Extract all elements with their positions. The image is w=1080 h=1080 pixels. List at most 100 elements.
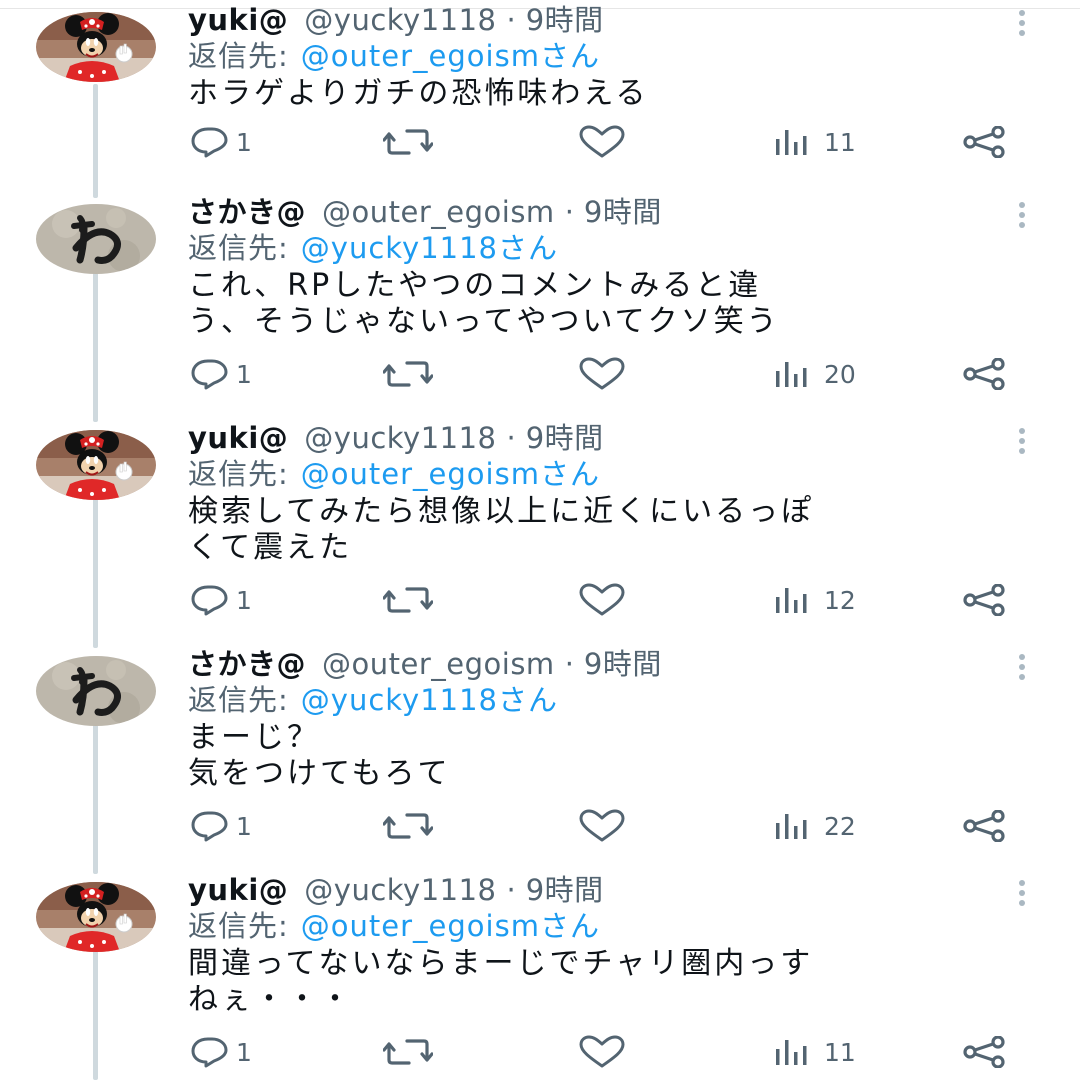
more-options-icon[interactable] xyxy=(1010,8,1034,38)
tweet-text: ホラゲよりガチの恐怖味わえる xyxy=(188,76,649,111)
user-handle[interactable]: @outer_egoism xyxy=(322,644,555,684)
views-button[interactable]: 20 xyxy=(774,354,856,394)
timestamp[interactable]: 9時間 xyxy=(526,870,604,910)
action-bar: 1 22 xyxy=(0,806,1080,846)
reply-button[interactable]: 1 xyxy=(190,580,252,620)
retweet-icon xyxy=(383,126,433,158)
like-button[interactable] xyxy=(577,806,627,846)
reply-button[interactable]: 1 xyxy=(190,806,252,846)
tweet-header: さかき@ @outer_egoism · 9時間 xyxy=(188,192,662,232)
retweet-icon xyxy=(383,810,433,842)
reply-to-mention[interactable]: @outer_egoismさん xyxy=(301,909,600,943)
user-handle[interactable]: @yucky1118 xyxy=(304,418,496,458)
avatar[interactable] xyxy=(36,204,156,274)
share-button[interactable] xyxy=(962,580,1008,620)
more-options-icon[interactable] xyxy=(1010,200,1034,230)
timestamp[interactable]: 9時間 xyxy=(584,192,662,232)
retweet-button[interactable] xyxy=(383,580,433,620)
timestamp[interactable]: 9時間 xyxy=(526,418,604,458)
reply-count: 1 xyxy=(236,585,252,615)
timestamp[interactable]: 9時間 xyxy=(584,644,662,684)
reply-to-mention[interactable]: @yucky1118さん xyxy=(301,683,558,717)
retweet-button[interactable] xyxy=(383,122,433,162)
action-bar: 1 20 xyxy=(0,354,1080,394)
reply-icon xyxy=(190,1036,230,1068)
reply-to-label: 返信先: xyxy=(188,39,289,73)
heart-icon xyxy=(577,1035,627,1069)
reply-icon xyxy=(190,358,230,390)
separator-dot: · xyxy=(564,647,574,681)
more-options-icon[interactable] xyxy=(1010,652,1034,682)
tweet-header: yuki@ @yucky1118 · 9時間 xyxy=(188,870,604,910)
like-button[interactable] xyxy=(577,1032,627,1072)
like-button[interactable] xyxy=(577,122,627,162)
reply-button[interactable]: 1 xyxy=(190,1032,252,1072)
retweet-button[interactable] xyxy=(383,354,433,394)
reply-icon xyxy=(190,810,230,842)
share-icon xyxy=(962,126,1008,158)
views-button[interactable]: 11 xyxy=(774,1032,856,1072)
heart-icon xyxy=(577,357,627,391)
display-name[interactable]: yuki@ xyxy=(188,870,288,910)
tweet[interactable]: yuki@ @yucky1118 · 9時間 返信先: @outer_egoism… xyxy=(0,418,1080,644)
separator-dot: · xyxy=(506,421,516,455)
avatar[interactable] xyxy=(36,656,156,726)
action-bar: 1 12 xyxy=(0,580,1080,620)
reply-button[interactable]: 1 xyxy=(190,354,252,394)
heart-icon xyxy=(577,809,627,843)
share-button[interactable] xyxy=(962,354,1008,394)
tweet-header: yuki@ @yucky1118 · 9時間 xyxy=(188,0,604,40)
share-button[interactable] xyxy=(962,122,1008,162)
separator-dot: · xyxy=(506,3,516,37)
reply-button[interactable]: 1 xyxy=(190,122,252,162)
views-count: 11 xyxy=(824,1037,856,1067)
avatar[interactable] xyxy=(36,430,156,500)
share-button[interactable] xyxy=(962,1032,1008,1072)
reply-to-mention[interactable]: @outer_egoismさん xyxy=(301,457,600,491)
avatar[interactable] xyxy=(36,12,156,82)
user-handle[interactable]: @yucky1118 xyxy=(304,870,496,910)
more-options-icon[interactable] xyxy=(1010,878,1034,908)
display-name[interactable]: さかき@ xyxy=(188,644,306,684)
avatar[interactable] xyxy=(36,882,156,952)
views-count: 11 xyxy=(824,127,856,157)
share-icon xyxy=(962,584,1008,616)
display-name[interactable]: yuki@ xyxy=(188,418,288,458)
views-icon xyxy=(774,127,818,157)
action-bar: 1 11 xyxy=(0,122,1080,162)
retweet-button[interactable] xyxy=(383,806,433,846)
views-button[interactable]: 12 xyxy=(774,580,856,620)
reply-count: 1 xyxy=(236,811,252,841)
reply-to-mention[interactable]: @yucky1118さん xyxy=(301,231,558,265)
reply-to-label: 返信先: xyxy=(188,457,289,491)
timestamp[interactable]: 9時間 xyxy=(526,0,604,40)
retweet-icon xyxy=(383,584,433,616)
like-button[interactable] xyxy=(577,354,627,394)
user-handle[interactable]: @yucky1118 xyxy=(304,0,496,40)
reply-icon xyxy=(190,126,230,158)
tweet[interactable]: さかき@ @outer_egoism · 9時間 返信先: @yucky1118さ… xyxy=(0,644,1080,870)
tweet[interactable]: yuki@ @yucky1118 · 9時間 返信先: @outer_egoism… xyxy=(0,870,1080,1080)
reply-to-label: 返信先: xyxy=(188,909,289,943)
share-button[interactable] xyxy=(962,806,1008,846)
views-button[interactable]: 22 xyxy=(774,806,856,846)
display-name[interactable]: さかき@ xyxy=(188,192,306,232)
more-options-icon[interactable] xyxy=(1010,426,1034,456)
reply-to-label: 返信先: xyxy=(188,683,289,717)
views-count: 12 xyxy=(824,585,856,615)
views-icon xyxy=(774,359,818,389)
reply-to-mention[interactable]: @outer_egoismさん xyxy=(301,39,600,73)
user-handle[interactable]: @outer_egoism xyxy=(322,192,555,232)
retweet-button[interactable] xyxy=(383,1032,433,1072)
heart-icon xyxy=(577,125,627,159)
tweet-text: 間違ってないならまーじでチャリ圏内っす ねぇ・・・ xyxy=(188,946,814,1017)
tweet[interactable]: さかき@ @outer_egoism · 9時間 返信先: @yucky1118さ… xyxy=(0,192,1080,418)
views-icon xyxy=(774,811,818,841)
share-icon xyxy=(962,1036,1008,1068)
like-button[interactable] xyxy=(577,580,627,620)
views-button[interactable]: 11 xyxy=(774,122,856,162)
views-icon xyxy=(774,585,818,615)
retweet-icon xyxy=(383,1036,433,1068)
reply-to-line: 返信先: @outer_egoismさん xyxy=(188,908,600,944)
display-name[interactable]: yuki@ xyxy=(188,0,288,40)
